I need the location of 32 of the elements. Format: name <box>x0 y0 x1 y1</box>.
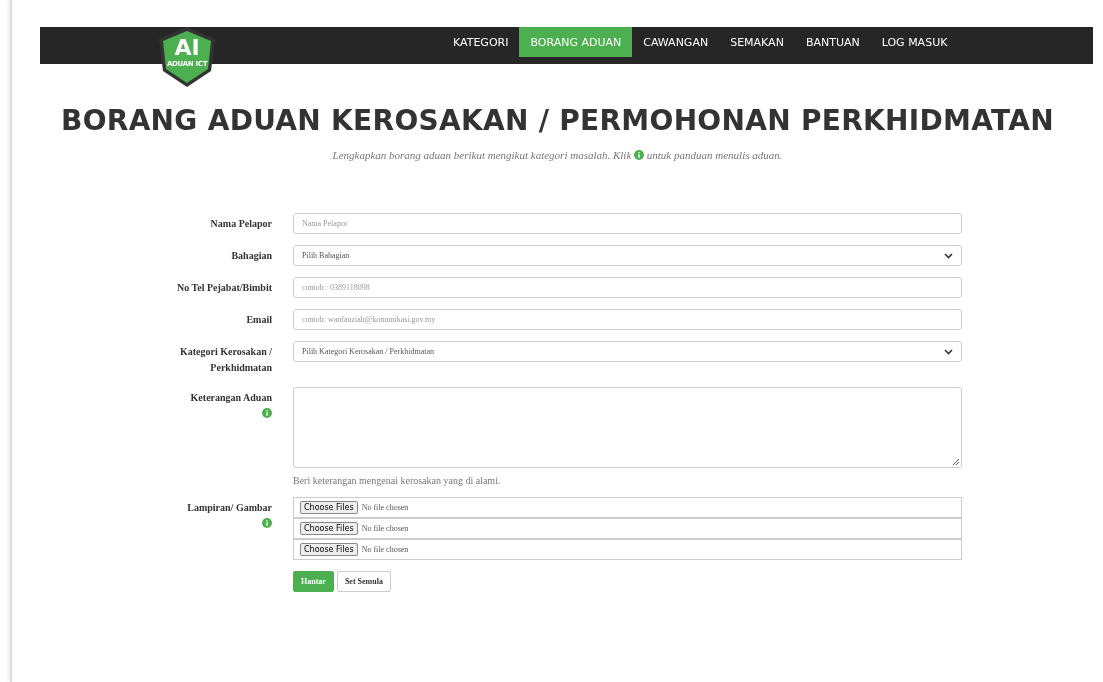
instruction-text: untuk panduan menulis aduan. <box>646 149 783 161</box>
file-status: No file chosen <box>361 524 409 533</box>
choose-files-button[interactable]: Choose Files <box>300 501 358 514</box>
chevron-down-icon <box>944 252 953 259</box>
field-label: No Tel Pejabat/Bimbit <box>177 282 272 293</box>
field-label: Email <box>246 314 272 325</box>
field-label: Lampiran/ Gambar <box>187 502 272 513</box>
nav-tab[interactable]: LOG MASUK <box>870 27 959 57</box>
file-status: No file chosen <box>361 545 409 554</box>
dropdown[interactable]: Pilih Bahagian <box>293 245 962 266</box>
reset-button[interactable]: Set Semula <box>336 571 391 592</box>
instruction-text: Lengkapkan borang aduan berikut mengikut kategori masalah. Klik <box>332 149 632 161</box>
resize-handle-icon[interactable] <box>952 458 959 465</box>
field-label: Keterangan Aduan <box>190 392 272 403</box>
chevron-down-icon <box>944 348 953 355</box>
info-icon[interactable] <box>634 150 645 160</box>
dropdown[interactable]: Pilih Kategori Kerosakan / Perkhidmatan <box>293 341 962 362</box>
choose-files-button[interactable]: Choose Files <box>300 522 358 535</box>
field-label: Bahagian <box>231 250 272 261</box>
info-icon[interactable] <box>262 408 272 418</box>
choose-files-button[interactable]: Choose Files <box>300 543 358 556</box>
field-label: Nama Pelapor <box>210 218 272 229</box>
help-text: Beri keterangan mengenai kerosakan yang di alami. <box>293 475 502 486</box>
nav-tab[interactable]: CAWANGAN <box>632 27 720 57</box>
info-icon[interactable] <box>262 518 272 528</box>
page-title: BORANG ADUAN KEROSAKAN / PERMOHONAN PERKHIDMATAN <box>60 104 1055 137</box>
file-status: No file chosen <box>361 503 409 512</box>
field-label: Kategori Kerosakan / Perkhidmatan <box>179 346 272 373</box>
logo-text: AI <box>173 35 201 60</box>
nav-tab[interactable]: SEMAKAN <box>719 27 795 57</box>
nav-tab[interactable]: KATEGORI <box>442 27 520 57</box>
nav-tab[interactable]: BANTUAN <box>794 27 871 57</box>
